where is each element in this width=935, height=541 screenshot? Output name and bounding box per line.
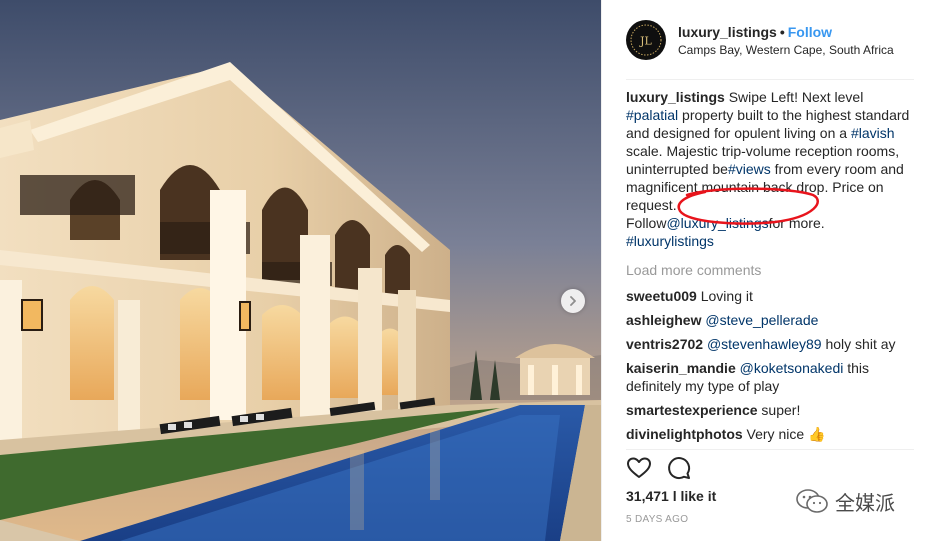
actions-divider — [626, 449, 914, 450]
comment-username[interactable]: smartestexperience — [626, 402, 758, 418]
heart-icon — [627, 457, 651, 478]
comment-item: kaiserin_mandie @koketsonakedi this defi… — [626, 359, 906, 395]
mansion-pool-image — [0, 0, 601, 541]
hashtag-link[interactable]: #luxurylistings — [626, 233, 714, 249]
chevron-right-icon — [570, 296, 576, 306]
post-photo[interactable] — [0, 0, 601, 541]
svg-text:JL: JL — [639, 35, 652, 48]
comment-button[interactable] — [666, 455, 692, 481]
hashtag-link[interactable]: #palatial — [626, 107, 678, 123]
comment-mention[interactable]: @steve_pellerade — [705, 312, 818, 328]
post-header: JL luxury_listings • Follow Camps Bay, Wes… — [602, 0, 935, 80]
caption-author[interactable]: luxury_listings — [626, 89, 725, 105]
caption-text: Swipe Left! Next level — [728, 89, 864, 105]
highlight-circle — [677, 187, 819, 225]
comment-item: ashleighew @steve_pellerade — [626, 311, 926, 329]
hashtag-link[interactable]: #lavish — [851, 125, 895, 141]
comment-username[interactable]: ventris2702 — [626, 336, 703, 352]
hashtag-link[interactable]: #views — [728, 161, 771, 177]
comment-item: smartestexperience super! — [626, 401, 926, 419]
like-button[interactable] — [626, 455, 652, 481]
post-timestamp[interactable]: 5 DAYS AGO — [626, 514, 688, 525]
wechat-icon — [796, 489, 828, 513]
instagram-post: JL luxury_listings • Follow Camps Bay, Wes… — [0, 0, 935, 541]
watermark-text: 全媒派 — [835, 490, 895, 515]
header-divider — [626, 79, 914, 80]
post-actions — [626, 455, 916, 481]
author-username[interactable]: luxury_listings — [678, 24, 777, 40]
comment-username[interactable]: divinelightphotos — [626, 426, 743, 442]
monogram-logo: JL — [630, 24, 662, 56]
comment-username[interactable]: sweetu009 — [626, 288, 697, 304]
avatar[interactable]: JL — [626, 20, 666, 60]
follow-button[interactable]: Follow — [788, 24, 832, 40]
caption-text: Follow — [626, 215, 667, 231]
comment-text: Loving it — [700, 288, 753, 304]
load-more-comments[interactable]: Load more comments — [626, 262, 761, 278]
separator-dot: • — [779, 24, 785, 40]
comment-username[interactable]: ashleighew — [626, 312, 701, 328]
next-image-button[interactable] — [561, 289, 585, 313]
location-link[interactable]: Camps Bay, Western Cape, South Africa — [678, 43, 894, 57]
comment-text: super! — [761, 402, 801, 418]
comment-item: divinelightphotos Very nice 👍 — [626, 425, 926, 443]
comment-item: ventris2702 @stevenhawley89 holy shit ay — [626, 335, 926, 353]
comment-item: sweetu009 Loving it — [626, 287, 926, 305]
comment-text: Very nice 👍 — [746, 426, 826, 442]
comment-text: holy shit ay — [825, 336, 896, 352]
comment-username[interactable]: kaiserin_mandie — [626, 360, 736, 376]
like-count[interactable]: 31,471 l like it — [626, 488, 716, 504]
comment-icon — [668, 457, 691, 480]
comment-mention[interactable]: @koketsonakedi — [740, 360, 844, 376]
watermark: 全媒派 — [795, 484, 915, 518]
post-side-panel: JL luxury_listings • Follow Camps Bay, Wes… — [601, 0, 935, 541]
comment-mention[interactable]: @stevenhawley89 — [707, 336, 822, 352]
header-user-line: luxury_listings • Follow — [678, 24, 832, 40]
